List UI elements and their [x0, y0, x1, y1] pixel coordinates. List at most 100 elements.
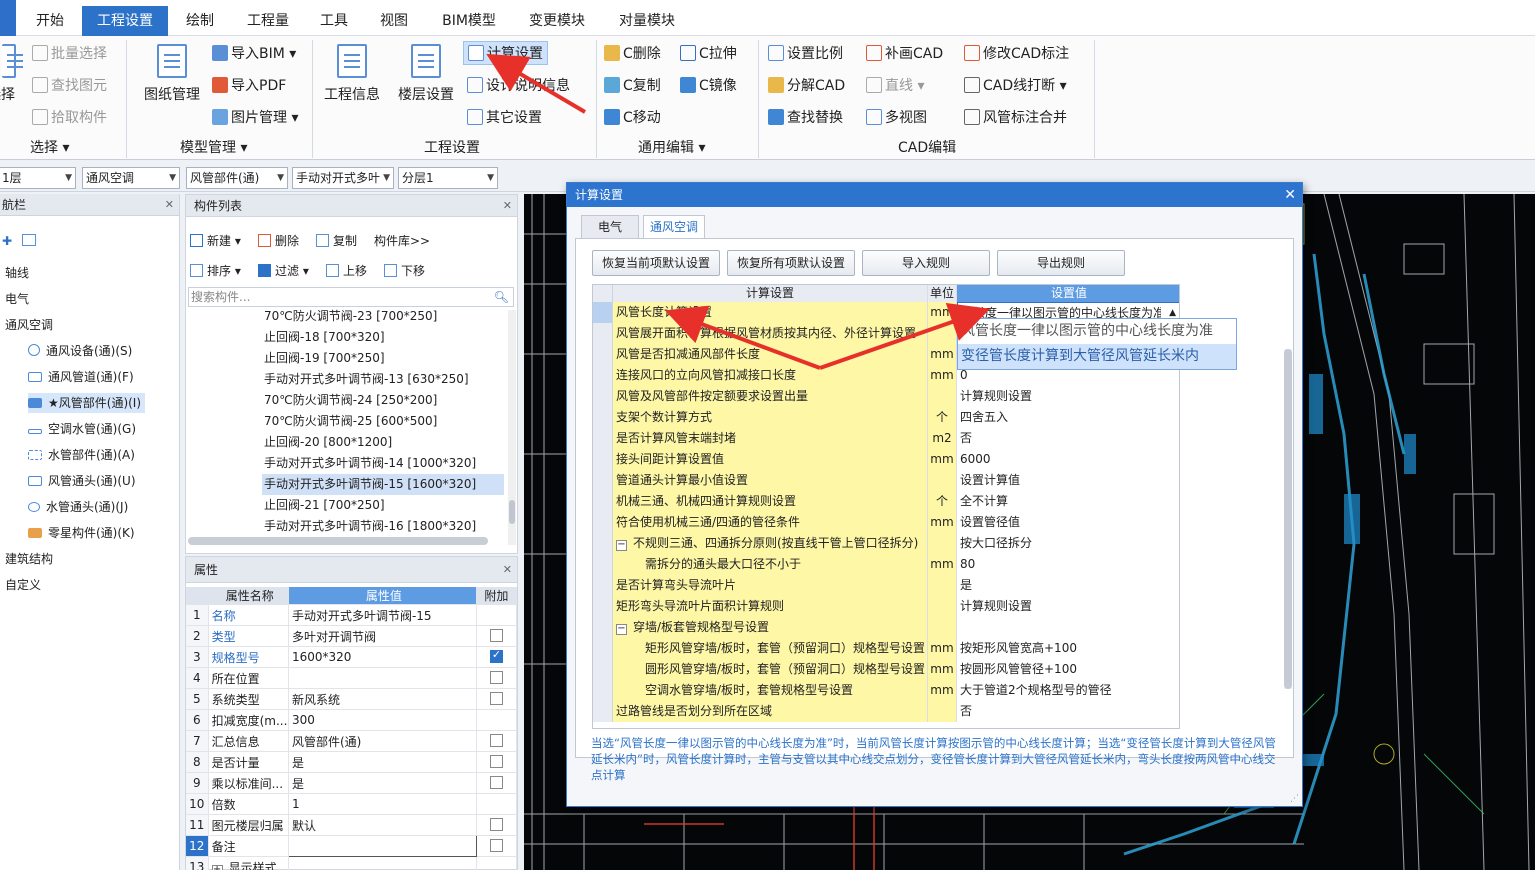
- close-icon[interactable]: ✕: [1284, 183, 1296, 207]
- component-list-hscrollbar[interactable]: [188, 537, 488, 545]
- grid-row-group[interactable]: − 不规则三通、四通拆分原则(按直线干管上管口径拆分) 按大口径拆分: [593, 533, 1179, 554]
- grid-row[interactable]: 需拆分的通头最大口径不小于 mm 80: [593, 554, 1179, 575]
- nav-sub-duct[interactable]: 通风管道(通)(F): [28, 367, 134, 387]
- dialog-scrollbar[interactable]: [1284, 349, 1292, 689]
- batch-select-button[interactable]: 批量选择: [32, 42, 107, 66]
- nav-sub-duct-component[interactable]: ★风管部件(通)(I): [28, 393, 146, 413]
- modify-cad-label-button[interactable]: 修改CAD标注: [964, 42, 1069, 66]
- menu-tab-change-module[interactable]: 变更模块: [520, 8, 594, 36]
- export-rules-button[interactable]: 导出规则: [997, 250, 1125, 276]
- restore-all-default-button[interactable]: 恢复所有项默认设置: [727, 250, 855, 276]
- nav-sub-pipe-fitting[interactable]: 水管通头(通)(J): [28, 497, 128, 517]
- grid-row[interactable]: 机械三通、机械四通计算规则设置个全不计算: [593, 491, 1179, 512]
- c-move-button[interactable]: C移动: [604, 106, 661, 130]
- edit-icon[interactable]: [21, 234, 36, 246]
- extra-checkbox[interactable]: [489, 755, 503, 768]
- extra-checkbox-checked[interactable]: [489, 648, 503, 663]
- duct-label-merge-button[interactable]: 风管标注合并: [964, 106, 1067, 130]
- pick-component-button[interactable]: 拾取构件: [32, 106, 107, 130]
- component-row[interactable]: 手动对开式多叶调节阀-16 [1800*320]: [262, 516, 504, 537]
- tab-hvac[interactable]: 通风空调: [643, 215, 705, 239]
- other-settings-button[interactable]: 其它设置: [467, 106, 542, 130]
- project-info-button[interactable]: 工程信息: [320, 44, 384, 104]
- close-icon[interactable]: ✕: [165, 194, 174, 216]
- grid-row[interactable]: 圆形风管穿墙/板时，套管（预留洞口）规格型号设置 mm 按圆形风管管径+100: [593, 659, 1179, 680]
- import-bim-button[interactable]: 导入BIM ▾: [212, 42, 296, 66]
- nav-item-electrical[interactable]: 电气: [5, 289, 29, 309]
- property-value[interactable]: 默认: [288, 814, 477, 836]
- split-cad-button[interactable]: 分解CAD: [768, 74, 845, 98]
- find-replace-button[interactable]: 查找替换: [768, 106, 843, 130]
- extra-checkbox[interactable]: [489, 776, 503, 789]
- component-row[interactable]: 70℃防火调节阀-25 [600*500]: [262, 411, 504, 432]
- dropdown-option-hovered[interactable]: 变径管长度计算到大管径风管延长米内: [958, 344, 1236, 369]
- close-icon[interactable]: ✕: [503, 195, 512, 217]
- add-cad-button[interactable]: 补画CAD: [866, 42, 943, 66]
- set-scale-button[interactable]: 设置比例: [768, 42, 843, 66]
- grid-row[interactable]: 是否计算风管末端封堵 m2 否: [593, 428, 1179, 449]
- property-value[interactable]: 是: [288, 751, 477, 773]
- menu-tab-bim-model[interactable]: BIM模型: [432, 8, 506, 36]
- component-list-scrollbar[interactable]: [508, 310, 516, 545]
- component-row[interactable]: 止回阀-19 [700*250]: [262, 348, 504, 369]
- nav-sub-ventilation-equipment[interactable]: 通风设备(通)(S): [28, 341, 132, 361]
- collapse-icon[interactable]: −: [616, 624, 627, 635]
- filter-button[interactable]: 过滤 ▾: [258, 261, 309, 281]
- import-rules-button[interactable]: 导入规则: [862, 250, 990, 276]
- grid-row[interactable]: 支架个数计算方式个四舍五入: [593, 407, 1179, 428]
- component-row[interactable]: 70℃防火调节阀-24 [250*200]: [262, 390, 504, 411]
- grid-row[interactable]: 是否计算弯头导流叶片是: [593, 575, 1179, 596]
- remark-input[interactable]: [287, 835, 477, 857]
- c-delete-button[interactable]: C删除: [604, 42, 661, 66]
- image-management-button[interactable]: 图片管理 ▾: [212, 106, 298, 130]
- component-row[interactable]: 70℃防火调节阀-23 [700*250]: [262, 306, 504, 327]
- expand-icon[interactable]: +: [211, 864, 223, 870]
- grid-row[interactable]: 矩形弯头导流叶片面积计算规则 计算规则设置: [593, 596, 1179, 617]
- menu-tab-start[interactable]: 开始: [26, 8, 74, 36]
- extra-checkbox[interactable]: [489, 692, 503, 705]
- grid-row[interactable]: 空调水管穿墙/板时，套管规格型号设置 mm 大于管道2个规格型号的管径: [593, 680, 1179, 701]
- nav-item-custom[interactable]: 自定义: [5, 575, 41, 595]
- nav-sub-misc-component[interactable]: 零星构件(通)(K): [28, 523, 135, 543]
- select-group-label[interactable]: 选择 ▾: [30, 137, 69, 157]
- line-button[interactable]: 直线 ▾: [866, 74, 924, 98]
- component-type-select[interactable]: 风管部件(通) ▼: [186, 167, 288, 189]
- extra-checkbox[interactable]: [489, 629, 503, 642]
- import-pdf-button[interactable]: 导入PDF: [212, 74, 286, 98]
- dialog-title-bar[interactable]: 计算设置 ✕: [567, 183, 1302, 207]
- multi-view-button[interactable]: 多视图: [866, 106, 927, 130]
- grid-row[interactable]: 过路管线是否划分到所在区域否: [593, 701, 1179, 722]
- component-row[interactable]: 止回阀-20 [800*1200]: [262, 432, 504, 453]
- menu-tab-draw[interactable]: 绘制: [176, 8, 224, 36]
- close-icon[interactable]: ✕: [503, 557, 512, 583]
- move-down-button[interactable]: 下移: [384, 261, 425, 281]
- resize-grip-icon[interactable]: ⋰: [1290, 794, 1300, 804]
- grid-row[interactable]: 接头间距计算设置值 mm 6000: [593, 449, 1179, 470]
- search-icon[interactable]: 🔍︎: [494, 288, 509, 306]
- grid-row[interactable]: 矩形风管穿墙/板时，套管（预留洞口）规格型号设置 mm 按矩形风管宽高+100: [593, 638, 1179, 659]
- copy-component-button[interactable]: 复制: [316, 231, 357, 251]
- property-value[interactable]: 风管部件(通): [288, 730, 477, 752]
- extra-checkbox[interactable]: [489, 839, 503, 852]
- nav-item-building-structure[interactable]: 建筑结构: [5, 549, 53, 569]
- component-row[interactable]: 手动对开式多叶调节阀-14 [1000*320]: [262, 453, 504, 474]
- grid-row[interactable]: 风管及风管部件按定额要求设置出量 计算规则设置: [593, 386, 1179, 407]
- grid-row[interactable]: 符合使用机械三通/四通的管径条件 mm 设置管径值: [593, 512, 1179, 533]
- component-search-input[interactable]: 搜索构件... 🔍︎: [188, 287, 514, 307]
- calc-settings-button[interactable]: 计算设置: [463, 41, 548, 65]
- component-row[interactable]: 止回阀-18 [700*320]: [262, 327, 504, 348]
- property-value[interactable]: [288, 667, 477, 689]
- delete-component-button[interactable]: 删除: [258, 231, 299, 251]
- discipline-select[interactable]: 通风空调 ▼: [82, 167, 180, 189]
- component-library-button[interactable]: 构件库>>: [374, 231, 430, 251]
- c-stretch-button[interactable]: C拉伸: [680, 42, 737, 66]
- menu-tab-tools[interactable]: 工具: [312, 8, 356, 36]
- component-row[interactable]: 手动对开式多叶调节阀-13 [630*250]: [262, 369, 504, 390]
- edit-group-label[interactable]: 通用编辑 ▾: [638, 137, 705, 157]
- nav-sub-water-component[interactable]: 水管部件(通)(A): [28, 445, 135, 465]
- property-value[interactable]: 300: [288, 709, 477, 731]
- nav-item-hvac[interactable]: 通风空调: [5, 315, 53, 335]
- property-value[interactable]: 手动对开式多叶调节阀-15: [288, 604, 477, 626]
- component-row-selected[interactable]: 手动对开式多叶调节阀-15 [1600*320]: [262, 474, 504, 495]
- extra-checkbox[interactable]: [489, 671, 503, 684]
